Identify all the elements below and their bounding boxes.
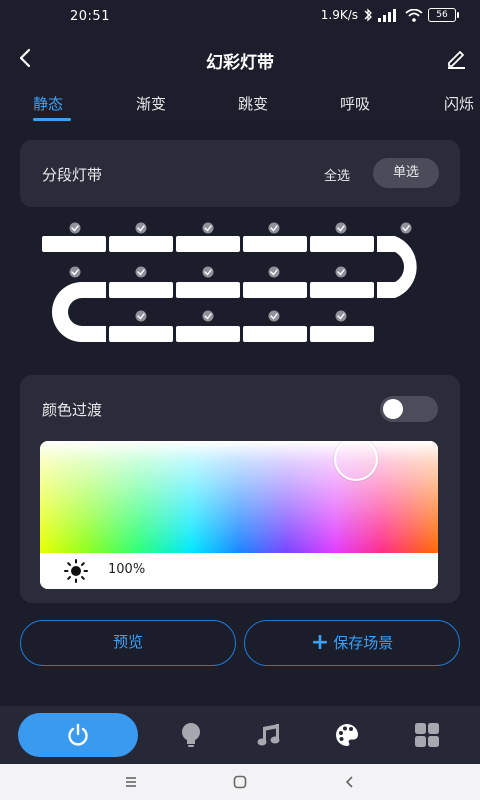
sun-icon	[64, 559, 88, 583]
mode-tabs: 静态 渐变 跳变 呼吸 闪烁	[0, 84, 480, 122]
wifi-icon	[405, 8, 423, 22]
music-note-icon[interactable]	[256, 722, 282, 748]
segment-card: 分段灯带 全选 单选	[20, 140, 460, 207]
segment-13[interactable]	[310, 326, 374, 342]
back-icon[interactable]	[341, 773, 359, 791]
power-icon	[68, 723, 88, 746]
plus-icon: +	[310, 630, 330, 655]
led-strip-diagram	[42, 222, 417, 342]
segment-2[interactable]	[109, 236, 173, 252]
strip-row-top	[42, 236, 374, 252]
system-nav-bar	[0, 764, 480, 800]
segment-1[interactable]	[42, 236, 106, 252]
bottom-nav	[0, 706, 480, 764]
toggle-knob	[383, 399, 403, 419]
tab-static[interactable]: 静态	[33, 93, 63, 114]
bluetooth-icon	[364, 8, 372, 22]
tab-jump[interactable]: 跳变	[238, 93, 268, 114]
palette-icon[interactable]	[334, 722, 360, 748]
segment-12[interactable]	[243, 326, 307, 342]
tab-flash[interactable]: 闪烁	[444, 93, 474, 114]
status-bar: 20:51 1.9K/s 56	[0, 0, 480, 34]
color-transition-label: 颜色过渡	[42, 401, 103, 419]
segment-11[interactable]	[176, 326, 240, 342]
nav-power-button[interactable]	[18, 713, 138, 757]
grid-icon[interactable]	[414, 722, 440, 748]
home-icon[interactable]	[231, 773, 249, 791]
segment-4[interactable]	[243, 236, 307, 252]
color-picker: 100%	[40, 441, 438, 589]
status-indicators: 1.9K/s 56	[320, 8, 459, 22]
segment-3[interactable]	[176, 236, 240, 252]
segment-5[interactable]	[310, 236, 374, 252]
tab-indicator	[33, 118, 71, 121]
segment-8[interactable]	[176, 282, 240, 298]
brightness-value: 100%	[108, 562, 146, 577]
title-bar: 幻彩灯带	[0, 34, 480, 84]
battery-indicator: 56	[428, 8, 459, 22]
signal-icon	[378, 8, 396, 22]
save-scene-button[interactable]: + 保存场景	[244, 620, 460, 666]
bulb-icon[interactable]	[178, 722, 204, 748]
page-title: 幻彩灯带	[206, 53, 274, 73]
segment-6[interactable]	[310, 282, 374, 298]
color-picker-handle[interactable]	[334, 441, 378, 481]
select-all-button[interactable]: 全选	[324, 165, 350, 184]
tab-gradient[interactable]: 渐变	[136, 93, 166, 114]
single-select-button[interactable]: 单选	[373, 158, 439, 188]
segment-label: 分段灯带	[42, 166, 103, 184]
color-card: 颜色过渡 100%	[20, 375, 460, 603]
strip-row-middle	[109, 282, 374, 298]
preview-label: 预览	[112, 633, 143, 651]
tab-breathe[interactable]: 呼吸	[340, 93, 370, 114]
strip-curve-right[interactable]	[377, 236, 417, 298]
status-time: 20:51	[70, 9, 110, 24]
segment-9[interactable]	[109, 282, 173, 298]
preview-button[interactable]: 预览	[20, 620, 236, 666]
strip-curve-left[interactable]	[52, 282, 106, 342]
strip-row-bottom	[109, 326, 374, 342]
pencil-icon[interactable]	[444, 46, 468, 70]
save-scene-label: 保存场景	[333, 634, 394, 652]
brightness-bar[interactable]: 100%	[40, 553, 438, 589]
network-speed: 1.9K/s	[320, 8, 358, 22]
segment-7[interactable]	[243, 282, 307, 298]
color-transition-toggle[interactable]	[380, 396, 438, 422]
color-spectrum[interactable]	[40, 441, 438, 553]
menu-icon[interactable]	[122, 773, 140, 791]
segment-10[interactable]	[109, 326, 173, 342]
